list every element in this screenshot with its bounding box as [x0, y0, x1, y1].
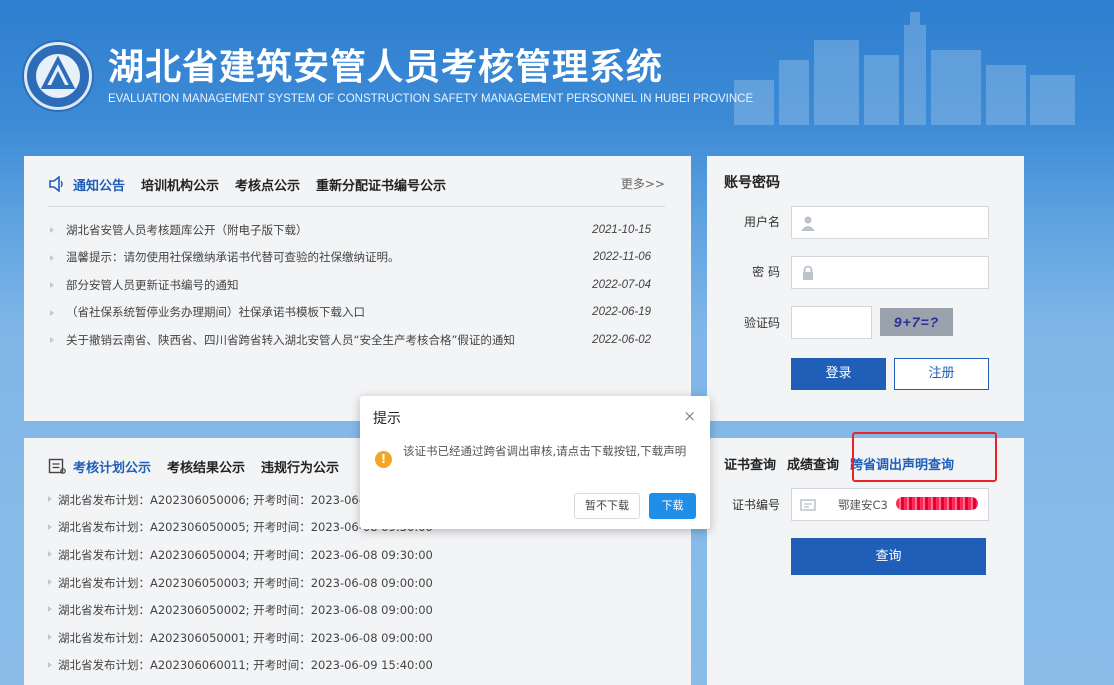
list-item[interactable]: 温馨提示：请勿使用社保缴纳承诺书代替可查验的社保缴纳证明。 2022-11-06: [48, 244, 651, 272]
not-download-button[interactable]: 暂不下载: [574, 493, 640, 519]
login-title: 账号密码: [724, 175, 780, 191]
register-button[interactable]: 注册: [894, 358, 989, 390]
captcha-label: 验证码: [743, 316, 780, 330]
news-date: 2022-06-19: [592, 306, 651, 319]
news-title: （省社保系统暂停业务办理期间）社保承诺书模板下载入口: [66, 305, 365, 320]
password-label: 密 码: [752, 265, 780, 279]
news-title: 湖北省安管人员考核题库公开（附电子版下载）: [66, 222, 308, 237]
lock-icon: [803, 265, 813, 280]
password-input[interactable]: [791, 256, 989, 289]
notice-list: 湖北省安管人员考核题库公开（附电子版下载） 2021-10-15 温馨提示：请勿使…: [48, 216, 651, 354]
cert-no-label: 证书编号: [731, 498, 780, 512]
logo-emblem-icon: [36, 54, 80, 98]
download-button[interactable]: 下载: [649, 493, 696, 519]
site-logo: [24, 42, 92, 110]
plan-tabs: 考核计划公示 考核结果公示 违规行为公示: [48, 456, 355, 476]
document-list-icon: [48, 458, 66, 474]
list-item[interactable]: 关于撤销云南省、陕西省、四川省跨省转入湖北安管人员“安全生产考核合格”假证的通知…: [48, 326, 651, 354]
notice-divider: [48, 206, 665, 207]
list-item[interactable]: 部分安管人员更新证书编号的通知 2022-07-04: [48, 271, 651, 299]
tab-cert-renumber[interactable]: 重新分配证书编号公示: [316, 175, 446, 194]
list-item[interactable]: 湖北省发布计划：A202306050002; 开考时间：2023-06-08 0…: [48, 596, 433, 624]
notice-tabs: 通知公告 培训机构公示 考核点公示 重新分配证书编号公示: [48, 174, 462, 194]
news-date: 2022-11-06: [593, 251, 651, 264]
captcha-input[interactable]: [791, 306, 872, 339]
close-icon[interactable]: ×: [683, 407, 696, 425]
list-item[interactable]: 湖北省发布计划：A202306050004; 开考时间：2023-06-08 0…: [48, 541, 433, 569]
id-card-icon: [800, 499, 816, 511]
speaker-icon: [49, 176, 63, 192]
redaction-scribble: [896, 497, 978, 510]
notice-panel: 通知公告 培训机构公示 考核点公示 重新分配证书编号公示 更多>> 湖北省安管人…: [24, 156, 691, 421]
login-button[interactable]: 登录: [791, 358, 886, 390]
news-date: 2022-07-04: [592, 278, 651, 291]
list-item[interactable]: 湖北省发布计划：A202306050003; 开考时间：2023-06-08 0…: [48, 569, 433, 597]
username-label: 用户名: [743, 215, 780, 229]
list-item[interactable]: 湖北省发布计划：A202306060011; 开考时间：2023-06-09 1…: [48, 652, 433, 680]
tip-dialog: 提示 × ! 该证书已经通过跨省调出审核,请点击下载按钮,下载声明 暂不下载 下…: [360, 396, 710, 529]
news-title: 温馨提示：请勿使用社保缴纳承诺书代替可查验的社保缴纳证明。: [66, 250, 400, 265]
tab-exam-results[interactable]: 考核结果公示: [167, 457, 245, 476]
warning-icon: !: [375, 451, 392, 468]
news-date: 2021-10-15: [592, 223, 651, 236]
more-link[interactable]: 更多>>: [621, 175, 665, 192]
cert-no-value: 鄂建安C3: [838, 498, 888, 512]
list-item[interactable]: （省社保系统暂停业务办理期间）社保承诺书模板下载入口 2022-06-19: [48, 299, 651, 327]
user-icon: [801, 216, 815, 231]
tab-training-institutions[interactable]: 培训机构公示: [141, 175, 219, 194]
tab-score-query[interactable]: 成绩查询: [787, 454, 839, 473]
news-title: 部分安管人员更新证书编号的通知: [66, 277, 239, 292]
tab-violations[interactable]: 违规行为公示: [261, 457, 339, 476]
list-item[interactable]: 湖北省发布计划：A202306050001; 开考时间：2023-06-08 0…: [48, 624, 433, 652]
username-input[interactable]: [791, 206, 989, 239]
news-date: 2022-06-02: [592, 333, 651, 346]
dialog-title: 提示: [373, 411, 401, 427]
news-title: 关于撤销云南省、陕西省、四川省跨省转入湖北安管人员“安全生产考核合格”假证的通知: [66, 332, 515, 347]
captcha-image[interactable]: 9+7=?: [880, 308, 953, 336]
highlight-annotation: [852, 432, 997, 482]
dialog-message: 该证书已经通过跨省调出审核,请点击下载按钮,下载声明: [403, 444, 687, 458]
site-header: 湖北省建筑安管人员考核管理系统 EVALUATION MANAGEMENT SY…: [24, 38, 784, 118]
tab-cert-query[interactable]: 证书查询: [724, 454, 776, 473]
login-panel: 账号密码 用户名 密 码 验证码 9+7=? 登录 注册: [707, 156, 1024, 421]
query-button[interactable]: 查询: [791, 538, 986, 575]
site-title: 湖北省建筑安管人员考核管理系统: [108, 47, 664, 88]
site-subtitle: EVALUATION MANAGEMENT SYSTEM OF CONSTRUC…: [108, 93, 754, 105]
tab-notice[interactable]: 通知公告: [73, 175, 125, 194]
tab-exam-plan[interactable]: 考核计划公示: [73, 457, 151, 476]
list-item[interactable]: 湖北省安管人员考核题库公开（附电子版下载） 2021-10-15: [48, 216, 651, 244]
tab-exam-sites[interactable]: 考核点公示: [235, 175, 300, 194]
